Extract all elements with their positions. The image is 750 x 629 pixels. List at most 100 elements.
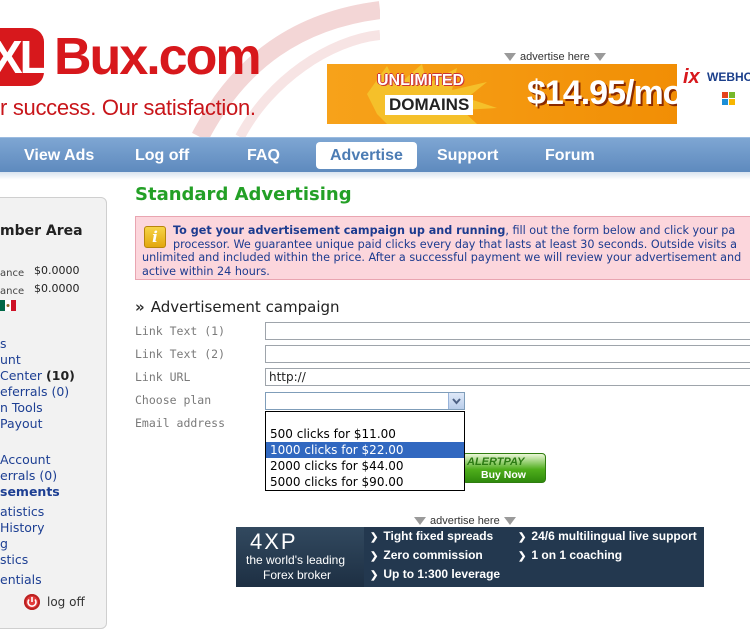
mexico-flag-icon[interactable] xyxy=(0,300,16,311)
chevron-down-icon[interactable] xyxy=(448,393,464,409)
info-line-2: processor. We guarantee unique paid clic… xyxy=(142,238,750,252)
logoff-link[interactable]: log off xyxy=(47,595,85,609)
sidebar-link[interactable]: unt xyxy=(0,352,21,367)
link-text-1-label: Link Text (1) xyxy=(135,324,226,338)
banner-feature-text: Tight fixed spreads xyxy=(383,529,494,543)
nav-faq[interactable]: FAQ xyxy=(247,138,280,173)
alertpay-logo: ALERTPAY xyxy=(467,456,525,468)
sidebar-link[interactable]: n Tools xyxy=(0,400,43,415)
info-line-2-text: processor. We guarantee unique paid clic… xyxy=(173,237,737,251)
double-chevron-icon: » xyxy=(135,298,145,316)
triangle-down-icon xyxy=(504,53,516,62)
logo-bux[interactable]: Bux.com xyxy=(54,26,262,88)
link-text-2-input[interactable] xyxy=(265,345,750,363)
sidebar-link-label: Center xyxy=(0,368,47,383)
double-chevron-icon: ❯ xyxy=(518,532,527,543)
plan-select[interactable] xyxy=(265,392,465,410)
banner-brand-web: WEBHO xyxy=(707,70,750,84)
triangle-down-icon xyxy=(414,517,426,526)
banner-price-text: $14.95/mo xyxy=(527,74,683,112)
alertpay-buy-label: Buy Now xyxy=(481,469,526,481)
sidebar-link[interactable]: atistics xyxy=(0,504,44,519)
banner-4xp-logo: 4XP xyxy=(250,529,298,554)
sidebar-link-referrals[interactable]: eferrals (0) xyxy=(0,384,69,399)
balance-row-2: ance xyxy=(0,283,24,297)
windows-logo-icon xyxy=(722,92,736,106)
banner-domains-text: DOMAINS xyxy=(385,95,474,115)
advertise-here-text: advertise here xyxy=(520,51,590,63)
sidebar-link[interactable]: stics xyxy=(0,552,28,567)
balance-row-1: ance xyxy=(0,265,24,279)
link-text-1-input[interactable] xyxy=(265,322,750,340)
bottom-ad-banner[interactable]: 4XP the world's leading Forex broker ❯ Ti… xyxy=(236,527,704,587)
link-url-input[interactable]: http:// xyxy=(265,368,750,386)
advertise-here-text: advertise here xyxy=(430,515,500,527)
sidebar-link[interactable]: entials xyxy=(0,572,42,587)
info-message-box: i To get your advertisement campaign up … xyxy=(135,216,750,280)
banner-feature-text: Up to 1:300 leverage xyxy=(383,567,501,581)
banner-feature-text: 1 on 1 coaching xyxy=(531,548,623,562)
nav-view-ads[interactable]: View Ads xyxy=(24,138,94,173)
sidebar-link-advertisements[interactable]: sements xyxy=(0,484,60,499)
info-line-3: unlimited and included within the price.… xyxy=(142,251,742,264)
balance-value: $0.0000 xyxy=(34,282,80,295)
banner-unlimited-text: UNLIMITED xyxy=(377,72,465,89)
plan-option-highlighted[interactable]: 1000 clicks for $22.00 xyxy=(266,442,464,458)
nav-log-off[interactable]: Log off xyxy=(135,138,189,173)
info-message-text: To get your advertisement campaign up an… xyxy=(142,224,750,278)
referral-count: (0) xyxy=(51,384,70,399)
section-title: » Advertisement campaign xyxy=(135,298,340,316)
page-title: Standard Advertising xyxy=(135,184,352,205)
plan-dropdown-list[interactable]: 500 clicks for $11.00 1000 clicks for $2… xyxy=(265,411,465,491)
info-line-1-rest: , fill out the form below and click your… xyxy=(505,224,736,237)
banner-feature: ❯ 24/6 multilingual live support xyxy=(518,529,697,543)
banner-feature: ❯ 1 on 1 coaching xyxy=(518,548,622,562)
balance-value: $0.0000 xyxy=(34,264,80,277)
link-url-label: Link URL xyxy=(135,370,191,384)
info-bold-text: To get your advertisement campaign up an… xyxy=(173,224,506,237)
power-icon[interactable] xyxy=(24,594,40,610)
alertpay-buy-now-button[interactable]: ALERTPAY Buy Now xyxy=(462,453,546,483)
sidebar-link[interactable]: Account xyxy=(0,452,50,467)
sidebar-link-label: eferrals xyxy=(0,384,52,399)
balance-label: ance xyxy=(0,268,25,279)
top-ad-banner[interactable]: UNLIMITED DOMAINS $14.95/mo ix WEBHO xyxy=(327,64,750,124)
advertise-here-label-top[interactable]: advertise here xyxy=(500,51,610,63)
sidebar-link[interactable]: Payout xyxy=(0,416,43,431)
sidebar-link[interactable]: g xyxy=(0,536,8,551)
triangle-down-icon xyxy=(503,517,516,526)
info-line-1: To get your advertisement campaign up an… xyxy=(142,224,750,238)
double-chevron-icon: ❯ xyxy=(370,551,379,562)
main-nav: View Ads Log off FAQ Advertise Support F… xyxy=(0,137,750,173)
banner-feature: ❯ Zero commission xyxy=(370,548,483,562)
logo-xl[interactable]: XL xyxy=(0,28,48,86)
rented-referral-count: (0) xyxy=(39,468,58,483)
banner-feature-text: 24/6 multilingual live support xyxy=(531,529,697,543)
sidebar-link[interactable]: s xyxy=(0,336,7,351)
double-chevron-icon: ❯ xyxy=(518,551,527,562)
email-address-label: Email address xyxy=(135,416,226,430)
plan-option[interactable]: 500 clicks for $11.00 xyxy=(266,426,464,442)
plan-option[interactable]: 2000 clicks for $44.00 xyxy=(266,458,464,474)
info-line-4: active within 24 hours. xyxy=(142,264,270,278)
plan-option[interactable]: 5000 clicks for $90.00 xyxy=(266,474,464,490)
message-count-badge: (10) xyxy=(46,368,75,383)
section-title-text: Advertisement campaign xyxy=(150,298,340,316)
nav-forum[interactable]: Forum xyxy=(545,138,595,173)
banner-brand-ix: ix xyxy=(683,66,700,88)
banner-feature-text: Zero commission xyxy=(383,548,483,562)
sidebar-link[interactable]: History xyxy=(0,520,44,535)
sidebar-link-message-center[interactable]: Center (10) xyxy=(0,368,75,383)
banner-feature: ❯ Up to 1:300 leverage xyxy=(370,567,500,581)
double-chevron-icon: ❯ xyxy=(370,570,379,581)
double-chevron-icon: ❯ xyxy=(370,532,379,543)
advertise-here-label-bottom[interactable]: advertise here xyxy=(410,515,520,527)
banner-feature: ❯ Tight fixed spreads xyxy=(370,529,493,543)
nav-advertise[interactable]: Advertise xyxy=(316,142,417,169)
nav-support[interactable]: Support xyxy=(437,138,498,173)
balance-label: ance xyxy=(0,286,25,297)
banner-tagline-1: the world's leading xyxy=(246,553,346,567)
triangle-down-icon xyxy=(593,53,606,62)
sidebar-link-rented-referrals[interactable]: errals (0) xyxy=(0,468,57,483)
sidebar-link-label: errals xyxy=(0,468,40,483)
